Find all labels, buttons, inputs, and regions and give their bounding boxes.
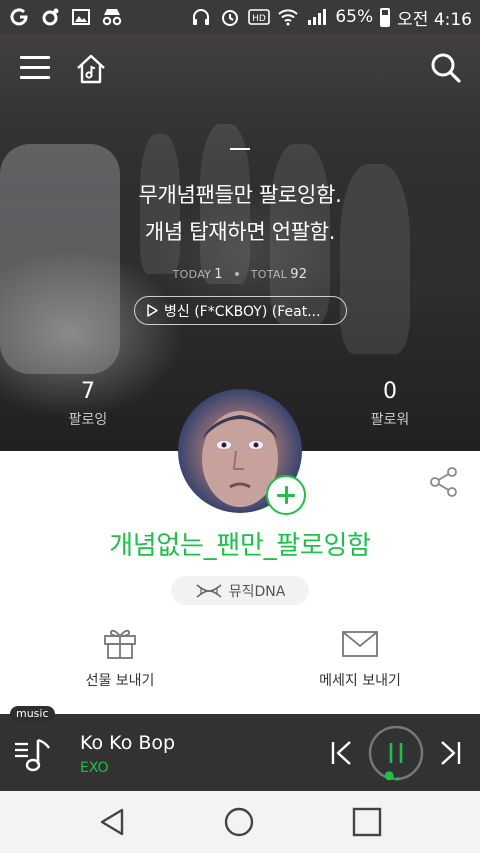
progress-dot: [384, 771, 394, 781]
music-dna-button[interactable]: 뮤직DNA: [171, 576, 309, 605]
today-label: TODAY: [172, 268, 212, 281]
following-count: 7: [81, 379, 95, 404]
follow-plus-button[interactable]: [266, 475, 306, 515]
svg-text:HD: HD: [252, 14, 266, 24]
profile-bio: 무개념팬들만 팔로잉함. 개념 탑재하면 언팔함.: [0, 177, 480, 251]
following-stat[interactable]: 7 팔로잉: [48, 379, 128, 429]
home-button[interactable]: [222, 805, 256, 839]
search-icon: [431, 53, 461, 83]
playlist-button[interactable]: [14, 734, 54, 774]
bio-line: 개념 탑재하면 언팔함.: [144, 220, 336, 244]
incognito-icon: [101, 6, 123, 28]
today-count: 1: [214, 267, 223, 282]
signal-icon: [306, 6, 328, 28]
send-message-button[interactable]: 메세지 보내기: [280, 626, 440, 690]
home-music-icon: [77, 54, 105, 84]
play-icon: [147, 304, 158, 317]
envelope-icon: [342, 631, 378, 657]
share-icon: [430, 467, 457, 497]
previous-button[interactable]: [330, 740, 354, 766]
now-playing-title: Ko Ko Bop: [80, 732, 176, 754]
image-icon: [70, 6, 92, 28]
clock: 오전 4:16: [397, 9, 472, 30]
music-dna-label: 뮤직DNA: [228, 583, 286, 600]
dna-icon: [196, 583, 222, 598]
bio-line: 무개념팬들만 팔로잉함.: [138, 183, 342, 207]
followers-count: 0: [383, 379, 397, 404]
recent-square-icon: [352, 807, 382, 837]
total-label: TOTAL: [250, 268, 288, 281]
headset-icon: [190, 6, 212, 28]
separator-dot: [234, 272, 239, 276]
next-icon: [441, 741, 461, 765]
visit-counter: TODAY 1 TOTAL 92: [0, 267, 480, 282]
followers-stat[interactable]: 0 팔로워: [350, 379, 430, 429]
share-button[interactable]: [428, 466, 460, 498]
pause-button[interactable]: [367, 724, 425, 782]
followers-label: 팔로워: [370, 412, 410, 428]
battery-icon: [380, 7, 391, 27]
app-g-icon: [8, 6, 30, 28]
send-message-label: 메세지 보내기: [319, 673, 401, 689]
search-button[interactable]: [430, 52, 462, 84]
total-count: 92: [290, 267, 308, 282]
home-circle-icon: [224, 807, 254, 837]
home-music-button[interactable]: [74, 52, 108, 86]
wifi-icon: [277, 6, 299, 28]
now-playing-artist: EXO: [80, 760, 109, 776]
next-button[interactable]: [438, 740, 462, 766]
system-nav-bar: [0, 791, 480, 853]
following-label: 팔로잉: [68, 412, 108, 428]
mini-player[interactable]: Ko Ko Bop EXO: [0, 714, 480, 791]
hd-icon: HD: [248, 6, 271, 28]
menu-icon-bar: [20, 66, 50, 69]
back-button[interactable]: [96, 805, 130, 839]
alarm-icon: [219, 6, 241, 28]
gift-icon: [104, 629, 136, 659]
back-triangle-icon: [100, 808, 124, 836]
send-gift-button[interactable]: 선물 보내기: [40, 626, 200, 690]
battery-percent: 65%: [335, 7, 374, 27]
profile-song-button[interactable]: 병신 (F*CKBOY) (Feat...: [134, 296, 347, 325]
profile-song-title: 병신 (F*CKBOY) (Feat...: [164, 303, 321, 320]
music-tag: music: [10, 706, 55, 722]
app-o-icon: [39, 6, 61, 28]
menu-icon-bar: [20, 56, 50, 59]
playlist-music-icon: [15, 738, 50, 772]
previous-icon: [331, 741, 351, 765]
status-bar: HD 65% 오전 4:16: [0, 0, 480, 34]
profile-nickname: 개념없는_팬만_팔로잉함: [109, 531, 371, 561]
menu-icon-bar: [20, 76, 50, 79]
bio-divider: [230, 148, 250, 150]
pause-icon: [368, 725, 424, 781]
send-gift-label: 선물 보내기: [85, 673, 155, 689]
top-toolbar: [0, 34, 480, 106]
menu-button[interactable]: [20, 56, 50, 82]
recent-apps-button[interactable]: [350, 805, 384, 839]
